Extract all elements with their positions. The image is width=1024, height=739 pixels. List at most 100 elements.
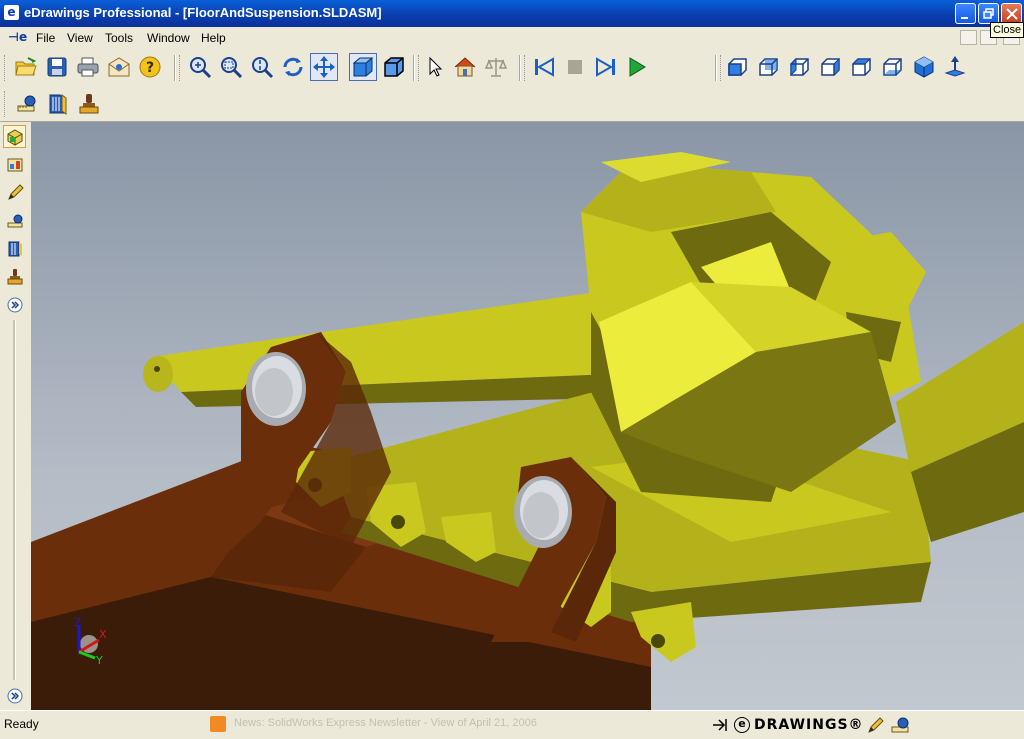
- normal-to-button[interactable]: [941, 53, 969, 81]
- section-icon: [49, 94, 67, 115]
- zoom-to-fit-icon: [190, 57, 212, 79]
- save-icon: [47, 57, 67, 77]
- pan-icon: [313, 56, 335, 78]
- measure-tab[interactable]: [3, 209, 26, 232]
- restore-icon: [983, 8, 994, 19]
- news-ticker[interactable]: News: SolidWorks Express Newsletter - Vi…: [234, 717, 537, 729]
- measure-tab-icon: [7, 214, 22, 227]
- expand-tab-bottom[interactable]: [3, 684, 26, 707]
- panel-splitter[interactable]: [13, 320, 16, 680]
- send-icon: [108, 57, 130, 77]
- menu-window[interactable]: Window: [147, 31, 190, 45]
- measure-tool-button[interactable]: [12, 90, 40, 118]
- stop-button[interactable]: [561, 53, 589, 81]
- front-view-button[interactable]: [724, 53, 752, 81]
- right-view-icon: [821, 57, 840, 77]
- minimize-icon: [961, 17, 968, 19]
- components-tab[interactable]: [3, 125, 26, 148]
- components-icon: [7, 128, 22, 146]
- zoom-to-fit-button[interactable]: [186, 53, 214, 81]
- toolbar-grip[interactable]: [4, 55, 8, 81]
- first-frame-button[interactable]: [530, 53, 558, 81]
- expand-tab[interactable]: [3, 293, 26, 316]
- isometric-view-icon: [914, 56, 934, 78]
- shaded-icon: [352, 57, 374, 77]
- svg-text:?: ?: [146, 60, 154, 76]
- stamp-tab[interactable]: [3, 265, 26, 288]
- expand-icon: [7, 297, 22, 312]
- toolbar-grip[interactable]: [524, 55, 528, 81]
- section-button[interactable]: [43, 90, 71, 118]
- menu-file[interactable]: File: [36, 31, 55, 45]
- front-view-icon: [728, 58, 747, 76]
- stamp-tab-icon: [7, 268, 22, 284]
- top-view-button[interactable]: [848, 53, 876, 81]
- shaded-with-edges-button[interactable]: [380, 53, 408, 81]
- maximize-button[interactable]: [978, 3, 999, 24]
- help-button[interactable]: ?: [136, 53, 164, 81]
- axis-x-label: X: [99, 628, 107, 641]
- send-button[interactable]: [105, 53, 133, 81]
- back-view-button[interactable]: [755, 53, 783, 81]
- home-button[interactable]: [451, 53, 479, 81]
- stamp-button[interactable]: [75, 90, 103, 118]
- pencil-icon[interactable]: [866, 715, 886, 735]
- print-button[interactable]: [74, 53, 102, 81]
- bottom-view-button[interactable]: [879, 53, 907, 81]
- pencil-icon: [7, 183, 24, 200]
- play-icon: [629, 57, 646, 77]
- right-view-button[interactable]: [817, 53, 845, 81]
- pan-button[interactable]: [310, 53, 338, 81]
- toolbar-grip[interactable]: [4, 91, 8, 117]
- stamp-icon: [79, 94, 99, 114]
- section-tab-icon: [8, 241, 22, 256]
- axis-z-label: Z: [74, 616, 82, 629]
- brand-text: DRAWINGS®: [754, 717, 864, 733]
- left-view-button[interactable]: [786, 53, 814, 81]
- measure-button[interactable]: [482, 53, 510, 81]
- menu-bar: ⊣e File View Tools Window Help: [0, 27, 1024, 50]
- toolbar-grip[interactable]: [179, 55, 183, 81]
- zoom-to-area-button[interactable]: [217, 53, 245, 81]
- measure-status-icon[interactable]: [890, 715, 910, 735]
- document-icon[interactable]: ⊣e: [8, 30, 27, 44]
- edrawings-brand: e DRAWINGS®: [712, 715, 864, 735]
- configurations-icon: [7, 158, 22, 171]
- model-viewport[interactable]: Z X Y: [31, 122, 1024, 710]
- minimize-button[interactable]: [955, 3, 976, 24]
- toolbar-separator: [174, 55, 176, 81]
- first-frame-icon: [535, 57, 554, 77]
- last-frame-icon: [596, 57, 615, 77]
- play-button[interactable]: [623, 53, 651, 81]
- save-button[interactable]: [43, 53, 71, 81]
- arrow-icon: [713, 719, 727, 731]
- menu-tools[interactable]: Tools: [105, 31, 133, 45]
- select-button[interactable]: [420, 53, 448, 81]
- zoom-in-out-button[interactable]: [248, 53, 276, 81]
- shaded-button[interactable]: [349, 53, 377, 81]
- menu-help[interactable]: Help: [201, 31, 226, 45]
- status-bar: Ready News: SolidWorks Express Newslette…: [0, 710, 1024, 739]
- menu-view[interactable]: View: [67, 31, 93, 45]
- isometric-view-button[interactable]: [910, 53, 938, 81]
- last-frame-button[interactable]: [592, 53, 620, 81]
- main-toolbar: ?: [0, 49, 1024, 87]
- select-icon: [429, 56, 443, 77]
- app-icon[interactable]: e: [4, 5, 19, 20]
- status-text: Ready: [4, 717, 39, 731]
- rotate-button[interactable]: [279, 53, 307, 81]
- measure-tool-icon: [17, 95, 36, 112]
- close-button[interactable]: [1001, 3, 1022, 24]
- markup-tab[interactable]: [3, 181, 26, 204]
- shaded-with-edges-icon: [384, 57, 404, 77]
- toolbar-separator: [715, 55, 717, 81]
- open-button[interactable]: [12, 53, 40, 81]
- rss-icon[interactable]: [210, 716, 226, 732]
- floor-and-suspension-model[interactable]: [31, 122, 1024, 710]
- section-tab[interactable]: [3, 237, 26, 260]
- configurations-tab[interactable]: [3, 153, 26, 176]
- mdi-minimize-button[interactable]: [960, 30, 977, 45]
- open-icon: [15, 57, 37, 76]
- side-panel-tabs: [0, 122, 32, 710]
- window-title: eDrawings Professional - [FloorAndSuspen…: [24, 5, 382, 20]
